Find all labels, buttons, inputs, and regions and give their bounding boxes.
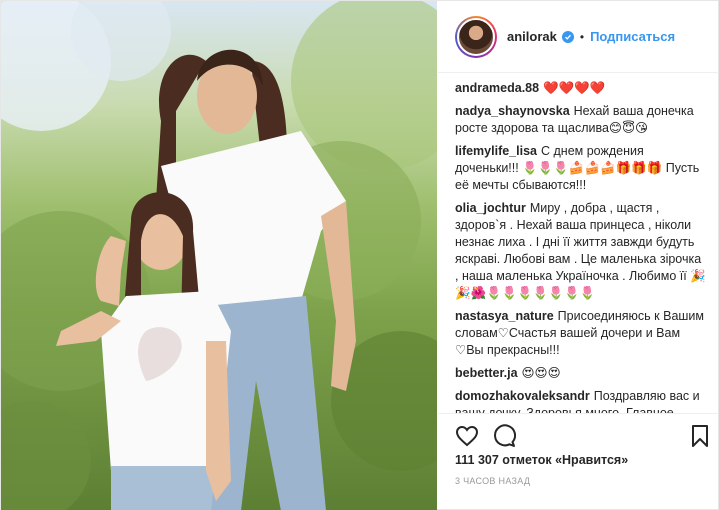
post-actions [438,413,719,453]
avatar-image [457,17,495,56]
post-sidebar: anilorak • Подписаться andrameda.88 ❤️❤️❤… [438,1,719,510]
comment-item: nastasya_nature Присоединяюсь к Вашим сло… [455,308,707,359]
comment-item: olia_jochtur Миру , добра , щастя , здоро… [455,200,707,302]
comment-item: andrameda.88 ❤️❤️❤️❤️ [455,80,707,97]
comment-author[interactable]: andrameda.88 [455,81,539,95]
comment-item: domozhakovaleksandr Поздравляю вас и вашу… [455,388,707,413]
comment-text: 😍😍😍 [521,366,561,380]
post-photo[interactable] [1,1,437,510]
comment-author[interactable]: olia_jochtur [455,201,526,215]
comment-text: ❤️❤️❤️❤️ [543,81,606,95]
comment-author[interactable]: lifemylife_lisa [455,144,537,158]
comment-author[interactable]: bebetter.ja [455,366,518,380]
comment-author[interactable]: domozhakovaleksandr [455,389,590,403]
verified-badge-icon [561,30,574,43]
post-timestamp[interactable]: 3 часов назад [455,476,530,486]
instagram-post: anilorak • Подписаться andrameda.88 ❤️❤️❤… [0,0,719,510]
follow-button[interactable]: Подписаться [590,29,675,44]
comment-author[interactable]: nastasya_nature [455,309,554,323]
comment-item: lifemylife_lisa С днем рождения доченьки!… [455,143,707,194]
comment-icon[interactable] [492,424,517,448]
comment-author[interactable]: nadya_shaynovska [455,104,570,118]
avatar[interactable] [455,15,497,58]
comment-item: bebetter.ja 😍😍😍 [455,365,707,382]
photo-illustration [1,1,437,510]
username-link[interactable]: anilorak [507,29,557,44]
comment-item: nadya_shaynovska Нехай ваша донечка росте… [455,103,707,137]
bookmark-icon[interactable] [688,424,712,448]
likes-count[interactable]: 111 307 отметок «Нравится» [455,453,628,467]
comments-list[interactable]: andrameda.88 ❤️❤️❤️❤️ nadya_shaynovska Нех… [455,80,707,413]
comment-text: Миру , добра , щастя , здоров`я . Нехай … [455,201,706,300]
header-separator: • [579,29,585,44]
post-header: anilorak • Подписаться [438,1,719,73]
heart-icon[interactable] [455,424,479,448]
